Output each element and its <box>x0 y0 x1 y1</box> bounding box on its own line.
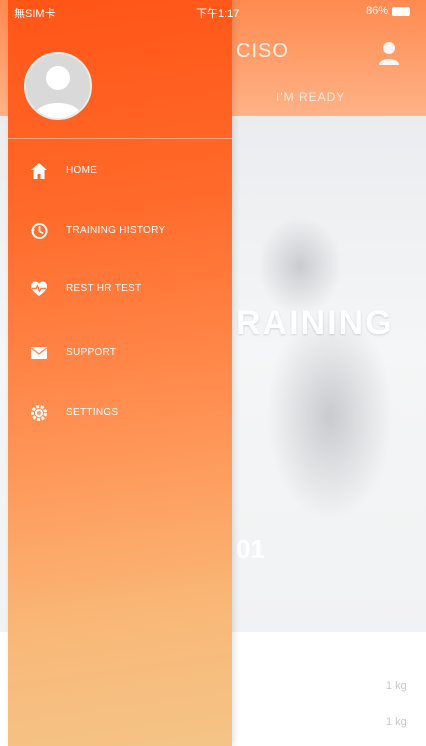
mail-icon <box>31 347 47 359</box>
menu-item-support[interactable]: SUPPORT <box>8 326 232 382</box>
menu-item-label: TRAINING HISTORY <box>66 225 166 236</box>
user-profile-icon[interactable] <box>378 40 400 66</box>
carrier-label: 無SIM卡 <box>14 8 56 20</box>
hero-caption: 01 <box>236 534 265 564</box>
menu-item-rest-hr-test[interactable]: REST HR TEST <box>8 262 232 318</box>
avatar-placeholder-icon <box>26 54 90 118</box>
stat-mark: 1 kg <box>386 680 407 692</box>
home-icon <box>31 163 47 179</box>
navigation-drawer: HOME TRAINING HISTORY REST HR TEST SUPPO… <box>8 0 232 746</box>
avatar[interactable] <box>24 52 92 120</box>
battery-icon <box>392 6 411 16</box>
heart-rate-icon <box>31 281 47 296</box>
menu-item-training-history[interactable]: TRAINING HISTORY <box>8 204 232 260</box>
menu-item-label: SETTINGS <box>66 407 119 418</box>
stat-mark: 1 kg <box>386 716 407 728</box>
battery-percent: 86% <box>366 5 389 17</box>
menu-item-label: SUPPORT <box>66 347 117 358</box>
menu-item-home[interactable]: HOME <box>8 144 232 200</box>
menu-item-settings[interactable]: SETTINGS <box>8 386 232 442</box>
settings-icon <box>31 405 47 421</box>
status-bar: 無SIM卡 下午1:17 86% <box>0 0 426 24</box>
menu-item-label: REST HR TEST <box>66 283 142 294</box>
battery-status: 86% <box>366 5 411 17</box>
hero-title: RAINING <box>236 304 394 342</box>
drawer-divider <box>8 138 232 139</box>
clock: 下午1:17 <box>196 8 240 20</box>
app-header-title: CISO <box>236 40 289 62</box>
app-header-subtitle: I'M READY <box>276 90 346 104</box>
menu-item-label: HOME <box>66 165 98 176</box>
history-icon <box>30 223 48 239</box>
